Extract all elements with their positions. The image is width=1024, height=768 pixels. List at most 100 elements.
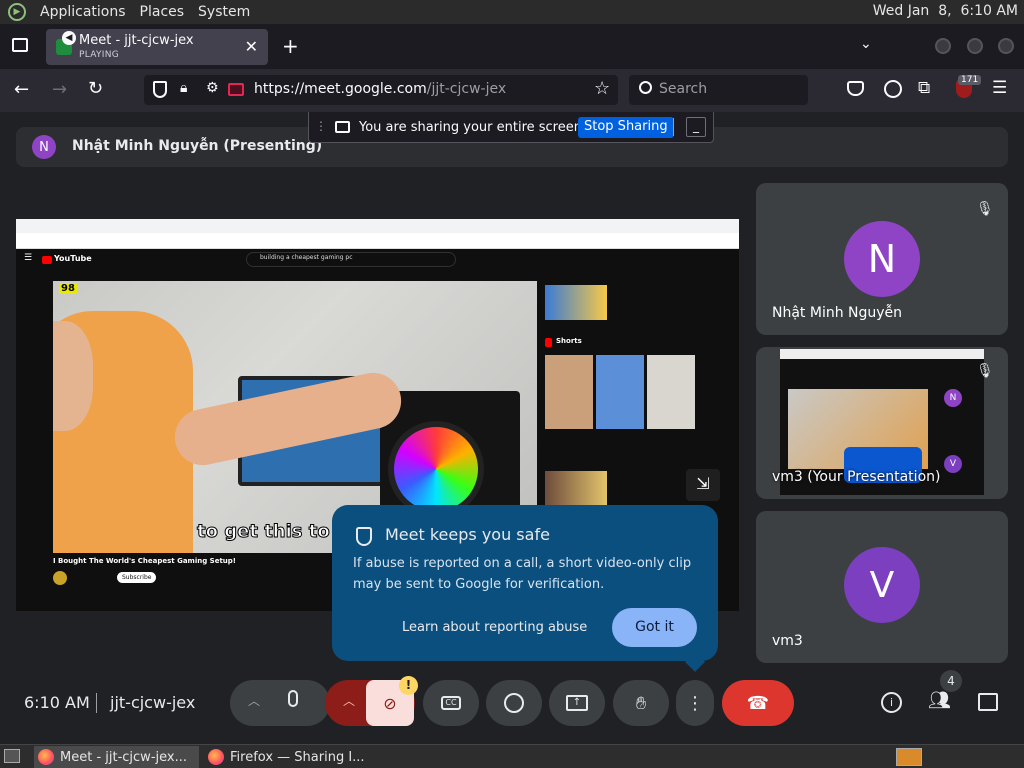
meeting-info-icon[interactable]: i bbox=[881, 692, 902, 713]
meeting-code: jjt-cjcw-jex bbox=[110, 693, 196, 712]
more-options-button[interactable]: ⋮ bbox=[676, 680, 714, 726]
recommended-thumb-1 bbox=[545, 285, 607, 320]
participant-tile-vm3[interactable]: V vm3 bbox=[756, 511, 1008, 663]
youtube-header: ☰ YouTube building a cheapest gaming pc bbox=[16, 249, 739, 271]
pocket-icon[interactable] bbox=[847, 81, 864, 96]
taskbar-item-meet[interactable]: Meet - jjt-cjcw-jex... bbox=[34, 746, 199, 768]
preview-avatar-v: V bbox=[944, 455, 962, 473]
channel-avatar bbox=[53, 571, 67, 585]
account-icon[interactable] bbox=[884, 80, 902, 98]
system-menu[interactable]: System bbox=[198, 4, 250, 20]
present-button[interactable]: ↑ bbox=[549, 680, 605, 726]
tab-title: Meet - jjt-cjcw-jex bbox=[79, 33, 194, 48]
maximize-window-icon[interactable] bbox=[967, 38, 983, 54]
leave-call-button[interactable]: ☎︎ bbox=[722, 680, 794, 726]
tab-overview-icon[interactable] bbox=[12, 38, 28, 52]
captions-button[interactable]: CC bbox=[423, 680, 479, 726]
list-tabs-icon[interactable]: ⌄ bbox=[860, 36, 872, 52]
app-menu-icon[interactable]: ☰ bbox=[992, 78, 1007, 98]
chevron-up-icon: ︿ bbox=[343, 694, 356, 708]
youtube-logo-icon bbox=[42, 256, 52, 264]
firefox-icon bbox=[38, 749, 54, 765]
extensions-icon[interactable]: ⧉ bbox=[918, 78, 930, 98]
more-vert-icon: ⋮ bbox=[686, 692, 704, 714]
participant-avatar: V bbox=[844, 547, 920, 623]
screen-share-indicator-icon[interactable] bbox=[228, 83, 244, 96]
meeting-divider bbox=[96, 693, 97, 713]
bookmark-star-icon[interactable]: ☆ bbox=[594, 78, 610, 99]
divider bbox=[673, 118, 674, 136]
mic-options-button[interactable]: ︿ bbox=[230, 680, 330, 726]
got-it-button[interactable]: Got it bbox=[612, 608, 697, 647]
shorts-label: Shorts bbox=[556, 337, 582, 345]
back-icon[interactable]: ← bbox=[14, 79, 29, 100]
shield-icon[interactable] bbox=[153, 81, 167, 98]
workspace-switcher-icon[interactable] bbox=[896, 748, 922, 766]
panel-clock[interactable]: Wed Jan 8, 6:10 AM bbox=[873, 3, 1018, 19]
people-count-badge: 4 bbox=[940, 670, 962, 692]
video-caption: to get this to bbox=[197, 521, 331, 543]
close-window-icon[interactable] bbox=[998, 38, 1014, 54]
minimize-window-icon[interactable] bbox=[935, 38, 951, 54]
taskbar-item-label: Meet - jjt-cjcw-jex... bbox=[60, 749, 187, 765]
mic-off-icon: 🎙︎ bbox=[976, 363, 994, 379]
people-icon[interactable]: 👥︎ bbox=[928, 690, 951, 711]
search-bar[interactable]: Search bbox=[629, 75, 808, 105]
applications-menu[interactable]: Applications bbox=[40, 4, 126, 20]
exit-fullscreen-icon: ⇲ bbox=[686, 469, 720, 501]
mini-tabstrip bbox=[16, 219, 739, 233]
participant-tile-presentation[interactable]: N V 🎙︎ vm3 (Your Presentation) bbox=[756, 347, 1008, 499]
places-menu[interactable]: Places bbox=[140, 4, 185, 20]
minimize-sharing-bar-icon[interactable]: _ bbox=[686, 117, 706, 137]
mini-urlbar bbox=[16, 233, 739, 249]
chat-icon[interactable] bbox=[978, 693, 998, 711]
youtube-menu-icon: ☰ bbox=[24, 253, 33, 263]
tab-status: PLAYING bbox=[79, 50, 120, 60]
presenter-avatar: N bbox=[32, 135, 56, 159]
drag-handle-icon[interactable]: ⋮ bbox=[315, 119, 327, 133]
share-screen-icon bbox=[335, 121, 350, 133]
emoji-button[interactable] bbox=[486, 680, 542, 726]
new-tab-icon[interactable]: + bbox=[282, 34, 299, 58]
present-screen-icon: ↑ bbox=[566, 695, 588, 711]
popup-title: Meet keeps you safe bbox=[385, 525, 550, 544]
learn-more-link[interactable]: Learn about reporting abuse bbox=[402, 620, 587, 635]
taskbar: Meet - jjt-cjcw-jex... Firefox — Sharing… bbox=[0, 744, 1024, 768]
close-tab-icon[interactable]: ✕ bbox=[245, 37, 258, 56]
raise-hand-button[interactable]: ✋︎ bbox=[613, 680, 669, 726]
lock-icon[interactable]: 🔒︎ bbox=[180, 80, 187, 96]
participant-name: vm3 bbox=[772, 633, 803, 649]
tab-meet[interactable]: ◀ Meet - jjt-cjcw-jex PLAYING ✕ bbox=[46, 29, 268, 65]
emoji-icon bbox=[504, 693, 524, 713]
microphone-icon bbox=[288, 690, 298, 707]
search-placeholder: Search bbox=[659, 81, 708, 97]
speaker-icon[interactable]: ◀ bbox=[62, 31, 76, 45]
safety-popup: Meet keeps you safe If abuse is reported… bbox=[332, 505, 718, 672]
taskbar-item-sharing[interactable]: Firefox — Sharing I... bbox=[204, 746, 374, 768]
stop-sharing-button[interactable]: Stop Sharing bbox=[578, 117, 674, 138]
taskbar-item-label: Firefox — Sharing I... bbox=[230, 749, 365, 765]
url-bar[interactable]: 🔒︎ ⚙︎ https://meet.google.com/jjt-cjcw-j… bbox=[144, 75, 618, 105]
youtube-search-query: building a cheapest gaming pc bbox=[260, 254, 353, 261]
chevron-up-icon: ︿ bbox=[248, 694, 261, 708]
participant-name: Nhật Minh Nguyễn bbox=[772, 305, 903, 321]
youtube-logo: YouTube bbox=[54, 254, 92, 263]
video-off-icon: ⊘ bbox=[383, 693, 397, 713]
extension-badge: 171 bbox=[958, 75, 982, 85]
participant-name: vm3 (Your Presentation) bbox=[772, 469, 941, 485]
presenter-label: Nhật Minh Nguyễn (Presenting) bbox=[72, 138, 323, 154]
search-icon bbox=[639, 81, 652, 94]
permissions-icon[interactable]: ⚙︎ bbox=[206, 80, 219, 96]
participant-avatar: N bbox=[844, 221, 920, 297]
url-host: https://meet.google.com bbox=[254, 81, 427, 97]
meeting-time: 6:10 AM bbox=[24, 693, 90, 712]
distro-logo-icon[interactable]: ▶ bbox=[8, 3, 26, 21]
mic-off-icon: 🎙︎ bbox=[976, 201, 994, 217]
hang-up-icon: ☎︎ bbox=[746, 692, 770, 714]
forward-icon[interactable]: → bbox=[52, 79, 67, 100]
show-desktop-icon[interactable] bbox=[4, 749, 20, 763]
reload-icon[interactable]: ↻ bbox=[88, 78, 103, 99]
shorts-section: Shorts bbox=[545, 337, 715, 349]
sharing-message: You are sharing your entire screen. bbox=[359, 120, 587, 135]
participant-tile-nhat[interactable]: 🎙︎ N Nhật Minh Nguyễn bbox=[756, 183, 1008, 335]
